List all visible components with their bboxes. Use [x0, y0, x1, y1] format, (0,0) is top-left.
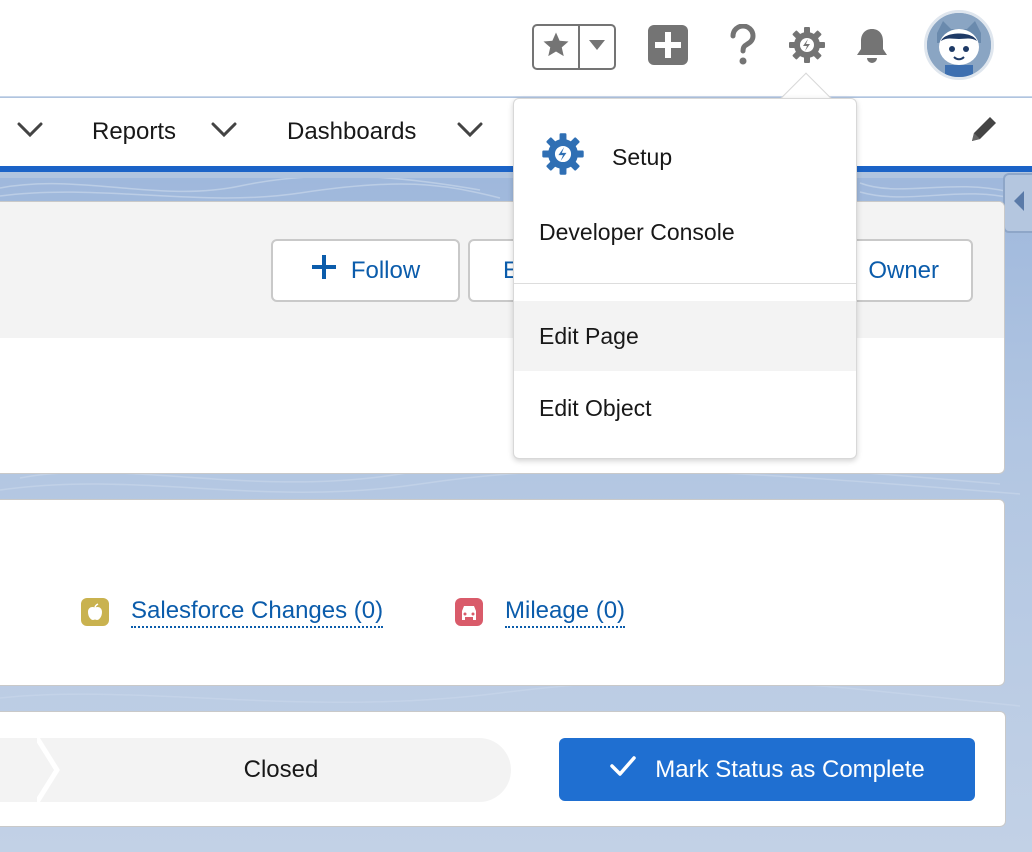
favorites-star-button[interactable] — [534, 26, 580, 68]
menu-item-label: Edit Page — [539, 322, 639, 349]
question-icon — [728, 22, 758, 71]
caret-down-icon — [588, 38, 606, 56]
car-icon — [455, 598, 483, 626]
nav-item-dashboards[interactable]: Dashboards — [287, 98, 416, 166]
plus-icon — [311, 254, 337, 287]
menu-item-label: Edit Object — [539, 394, 652, 421]
nav-item-label: Dashboards — [287, 118, 417, 145]
path-card: Closed Mark Status as Complete — [0, 711, 1006, 827]
avatar[interactable] — [924, 10, 994, 80]
menu-item-label: Developer Console — [539, 218, 735, 245]
nav-item-reports[interactable]: Reports — [92, 98, 176, 166]
related-link-mileage[interactable]: Mileage (0) — [455, 596, 626, 628]
mark-status-complete-button[interactable]: Mark Status as Complete — [559, 738, 975, 801]
notifications-button[interactable] — [849, 24, 895, 70]
related-link-salesforce-changes[interactable]: Salesforce Changes (0) — [81, 596, 384, 628]
checkmark-icon — [609, 755, 637, 784]
chevron-down-icon — [456, 118, 484, 146]
nav-item-label: Reports — [92, 118, 177, 145]
bell-icon — [852, 25, 892, 70]
setup-menu: Setup Developer Console Edit Page Edit O… — [513, 98, 857, 459]
plus-square-icon — [647, 24, 689, 71]
change-owner-label: Owner — [868, 256, 939, 284]
pencil-icon — [968, 113, 1000, 152]
utility-panel-toggle[interactable] — [1003, 173, 1032, 233]
apple-icon — [81, 598, 109, 626]
menu-item-edit-object[interactable]: Edit Object — [514, 373, 856, 443]
nav-item-prev-dropdown[interactable] — [16, 98, 44, 166]
edit-nav-button[interactable] — [968, 98, 1000, 166]
menu-divider — [514, 283, 856, 284]
related-link-label[interactable]: Mileage (0) — [505, 596, 626, 628]
related-list-card: Salesforce Changes (0) Mileage (0) — [0, 499, 1005, 686]
astro-avatar — [927, 13, 991, 77]
caret-left-icon — [1012, 189, 1026, 218]
global-actions-button[interactable] — [645, 24, 691, 70]
gear-icon — [787, 25, 827, 70]
follow-label: Follow — [350, 256, 421, 284]
menu-item-edit-page[interactable]: Edit Page — [514, 301, 856, 371]
chevron-down-icon — [16, 118, 44, 146]
nav-item-dashboards-dropdown[interactable] — [456, 98, 484, 166]
favorites-dropdown-button[interactable] — [580, 26, 614, 68]
setup-gear-icon — [540, 131, 586, 183]
menu-item-label: Setup — [612, 143, 673, 170]
setup-button[interactable] — [784, 24, 830, 70]
favorites-button-group — [532, 24, 616, 70]
menu-item-setup[interactable]: Setup — [514, 119, 856, 195]
global-header — [0, 0, 1032, 97]
help-button[interactable] — [720, 22, 766, 71]
menu-item-developer-console[interactable]: Developer Console — [514, 199, 856, 265]
chevron-down-icon — [210, 118, 238, 146]
path-stage-closed[interactable]: Closed — [0, 738, 511, 802]
mark-status-complete-label: Mark Status as Complete — [655, 755, 925, 783]
path-stage-label: Closed — [243, 756, 319, 783]
nav-item-reports-dropdown[interactable] — [210, 98, 238, 166]
star-icon — [541, 30, 571, 65]
follow-button[interactable]: Follow — [271, 239, 460, 302]
related-link-label[interactable]: Salesforce Changes (0) — [131, 596, 384, 628]
